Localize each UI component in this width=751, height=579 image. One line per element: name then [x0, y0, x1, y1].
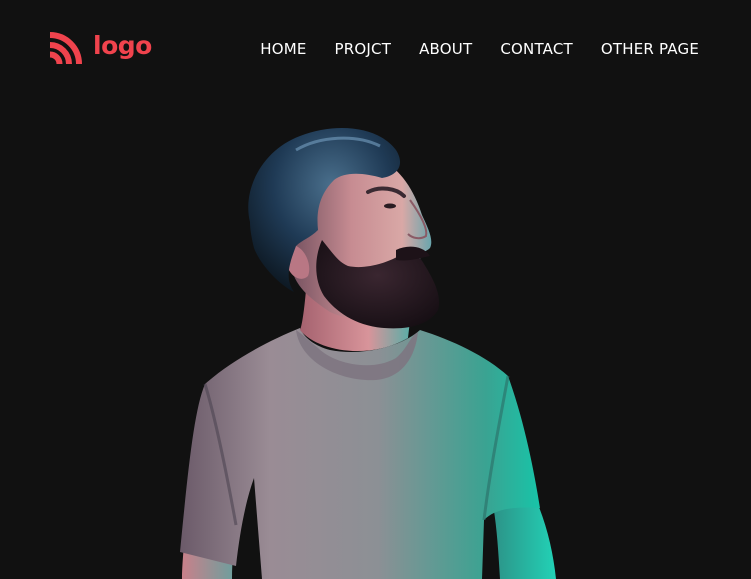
logo[interactable]: logo: [49, 29, 152, 65]
logo-text: logo: [93, 30, 152, 60]
site-header: logo HOME PROJCT ABOUT CONTACT OTHER PAG…: [0, 0, 751, 100]
nav-home[interactable]: HOME: [260, 40, 306, 58]
nav-about[interactable]: ABOUT: [419, 40, 472, 58]
nav-contact[interactable]: CONTACT: [500, 40, 573, 58]
nav-projct[interactable]: PROJCT: [335, 40, 392, 58]
rss-signal-icon: [49, 32, 82, 65]
main-nav: HOME PROJCT ABOUT CONTACT OTHER PAGE: [260, 40, 699, 58]
page: logo HOME PROJCT ABOUT CONTACT OTHER PAG…: [0, 0, 751, 579]
nav-other-page[interactable]: OTHER PAGE: [601, 40, 699, 58]
